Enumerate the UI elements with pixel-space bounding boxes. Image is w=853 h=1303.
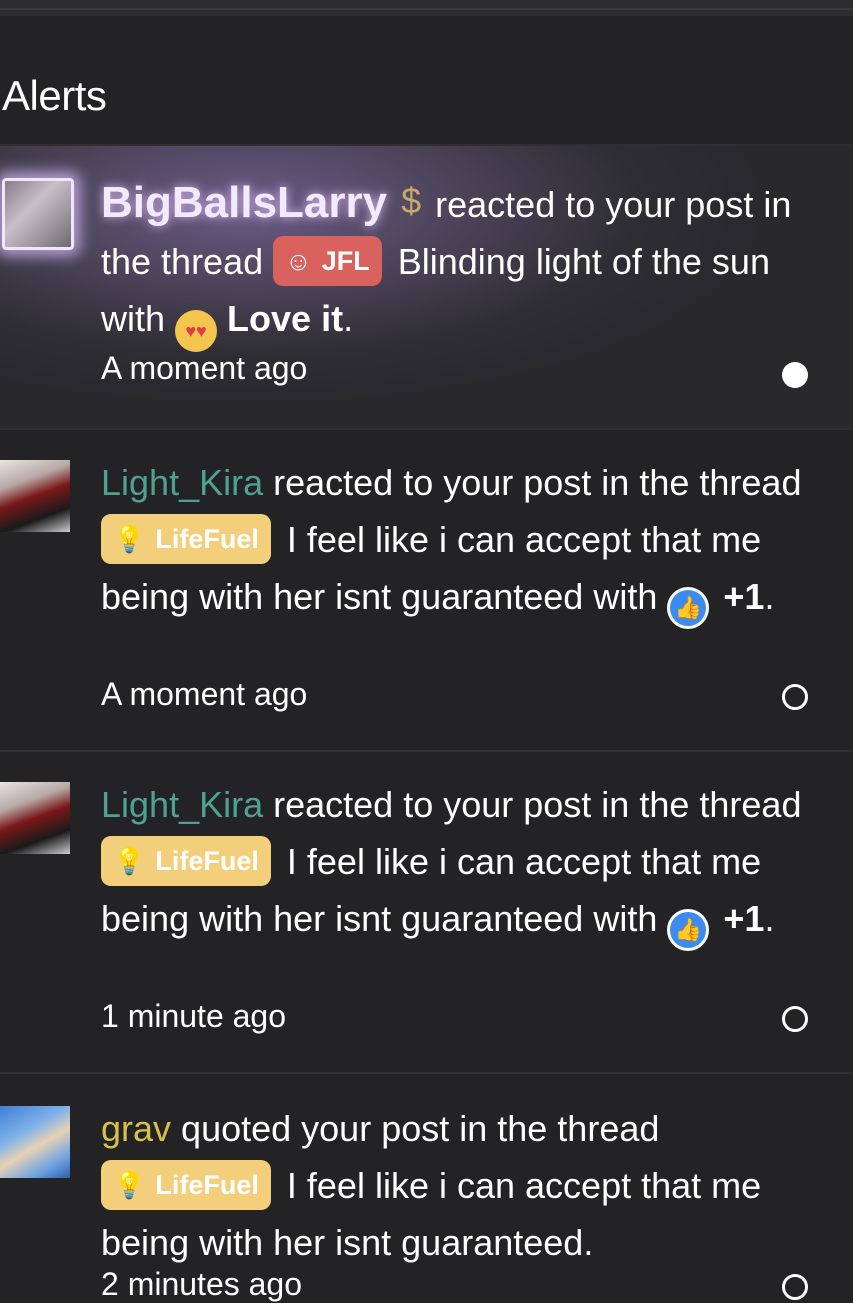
reaction-label: +1 [723,576,765,617]
thread-prefix-badge[interactable]: 💡 LifeFuel [101,1160,271,1210]
username-link[interactable]: BigBallsLarry [101,178,387,227]
reaction-label: +1 [723,898,765,939]
mark-read-toggle[interactable] [782,362,808,388]
alert-text: BigBallsLarry $ reacted to your post in th… [101,172,811,352]
alert-time: A moment ago [101,350,308,386]
thread-prefix-badge[interactable]: ☺ JFL [273,236,382,286]
thread-word: thread [699,784,802,825]
avatar[interactable] [0,460,70,532]
avatar[interactable] [0,782,70,854]
reaction-label: Love it [227,298,344,339]
alert-item[interactable]: Light_Kira reacted to your post in the t… [0,430,853,752]
thread-prefix-badge[interactable]: 💡 LifeFuel [101,836,271,886]
prefix-label: JFL [321,246,370,276]
username-link[interactable]: Light_Kira [101,462,263,503]
alert-text: Light_Kira reacted to your post in the t… [101,776,811,951]
lightbulb-icon: 💡 [113,524,146,554]
thread-prefix-badge[interactable]: 💡 LifeFuel [101,514,271,564]
avatar[interactable] [2,178,74,250]
heart-eyes-icon: ♥♥ [175,310,218,352]
mark-read-toggle[interactable] [782,684,808,710]
alert-text: grav quoted your post in the thread 💡 Lif… [101,1100,811,1271]
lightbulb-icon: 💡 [113,1170,146,1200]
lightbulb-icon: 💡 [113,846,146,876]
username-link[interactable]: Light_Kira [101,784,263,825]
alert-time: 1 minute ago [101,998,287,1034]
top-divider [0,8,853,10]
page-title: Alerts [2,72,107,119]
with-text: with [593,576,658,617]
dollar-icon: $ [401,180,422,221]
top-bar [0,0,853,16]
prefix-label: LifeFuel [155,1170,259,1200]
with-text: with [593,898,658,939]
alert-action-text: quoted your post in the thread [181,1108,660,1149]
avatar[interactable] [0,1106,70,1178]
alert-time: A moment ago [101,676,308,712]
alert-action-text: reacted to your post in the [273,784,690,825]
alerts-header: Alerts [0,16,853,146]
prefix-label: LifeFuel [155,524,259,554]
mark-read-toggle[interactable] [782,1006,808,1032]
alert-item[interactable]: BigBallsLarry $ reacted to your post in th… [0,146,853,430]
with-text: with [101,298,166,339]
prefix-label: LifeFuel [155,846,259,876]
mark-read-toggle[interactable] [782,1274,808,1300]
thumbs-up-icon: 👍 [667,909,710,951]
alert-action-text: reacted to your post in the [273,462,690,503]
username-link[interactable]: grav [101,1108,171,1149]
thread-word: thread [699,462,802,503]
period: . [764,576,775,617]
thumbs-up-icon: 👍 [667,587,710,629]
period: . [343,298,354,339]
alert-item[interactable]: grav quoted your post in the thread 💡 Lif… [0,1074,853,1302]
emoji-grin-icon: ☺ [285,246,312,276]
period: . [764,898,775,939]
alert-text: Light_Kira reacted to your post in the t… [101,454,811,629]
thread-link[interactable]: Blinding light of the sun [398,241,770,282]
alert-item[interactable]: Light_Kira reacted to your post in the t… [0,752,853,1074]
